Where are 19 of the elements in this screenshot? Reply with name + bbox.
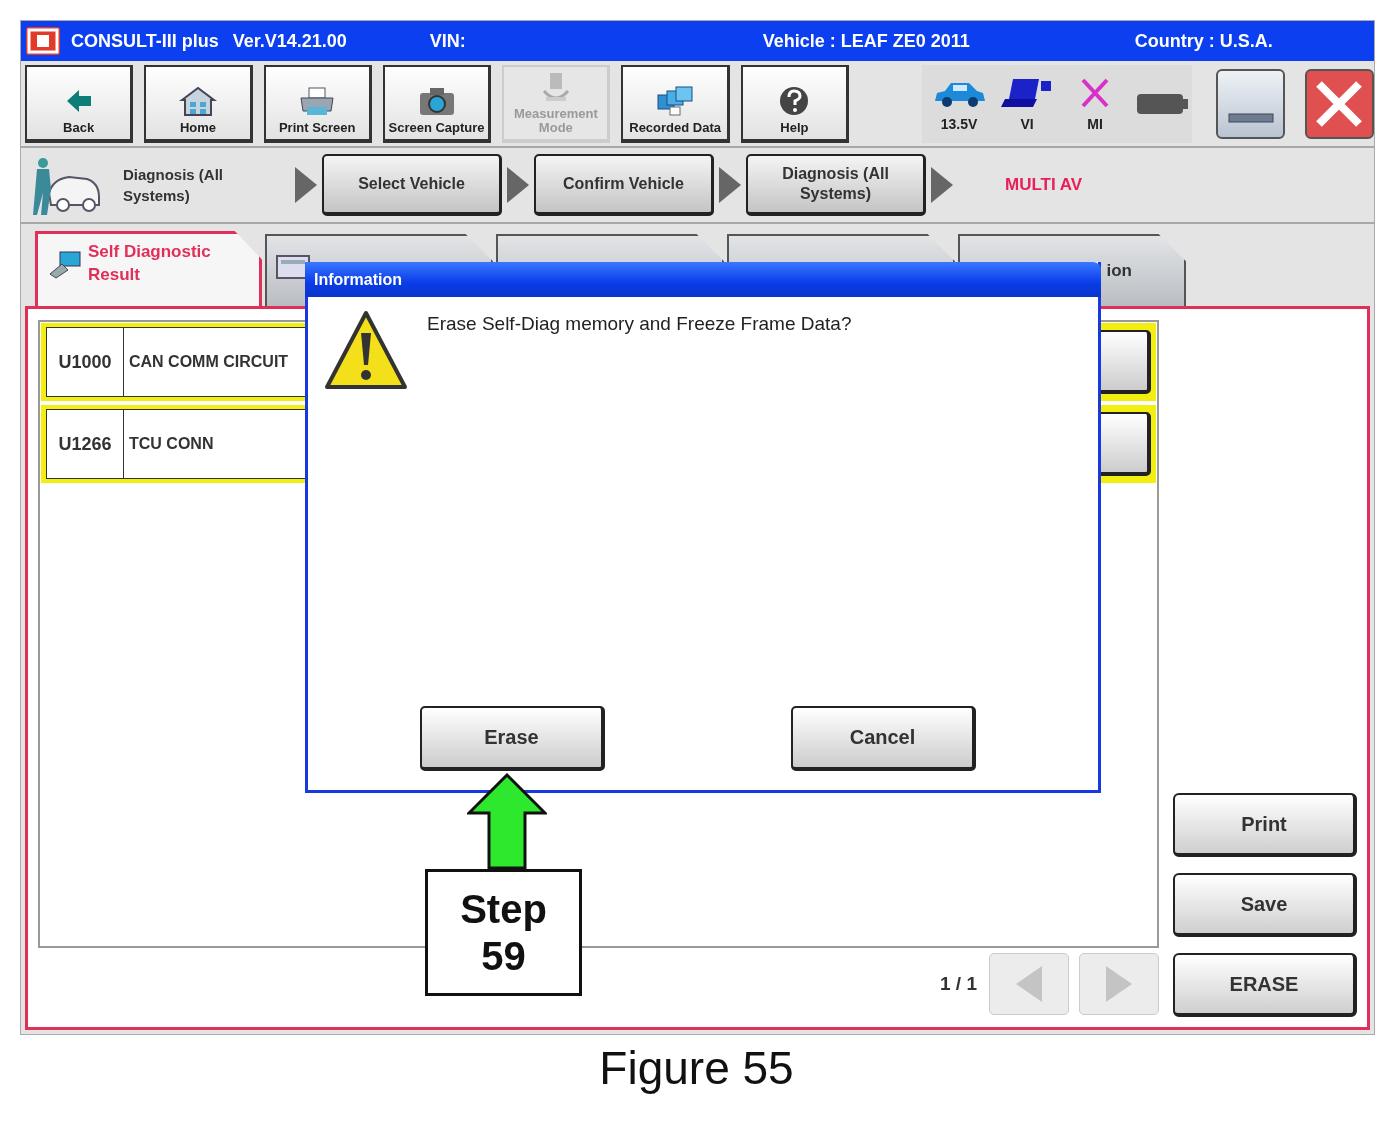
- page-counter: 1 / 1: [940, 972, 977, 995]
- status-label: MI: [1087, 115, 1103, 132]
- app-title: CONSULT-III plus: [71, 30, 219, 52]
- breadcrumb-title: Diagnosis (All Systems): [123, 165, 224, 206]
- status-label: 13.5V: [940, 115, 978, 132]
- dtc-code: U1000: [47, 328, 124, 396]
- country-label: Country : U.S.A.: [1134, 30, 1273, 52]
- current-system-label: MULTI AV: [1005, 175, 1083, 195]
- step-callout: Step 59: [425, 869, 582, 996]
- dtc-description: TCU CONN: [128, 434, 214, 454]
- dialog-title: Information: [314, 270, 402, 289]
- figure-caption: Figure 55: [599, 1041, 794, 1095]
- version-label: Ver.V14.21.00: [232, 30, 348, 52]
- dtc-description: CAN COMM CIRCUIT: [128, 352, 289, 372]
- vehicle-label: Vehicle : LEAF ZE0 2011: [762, 30, 971, 52]
- status-label: VI: [1020, 115, 1034, 132]
- dialog-message: Erase Self-Diag memory and Freeze Frame Data?: [427, 313, 852, 335]
- dtc-code: U1266: [47, 410, 124, 478]
- vin-label: VIN:: [429, 30, 467, 52]
